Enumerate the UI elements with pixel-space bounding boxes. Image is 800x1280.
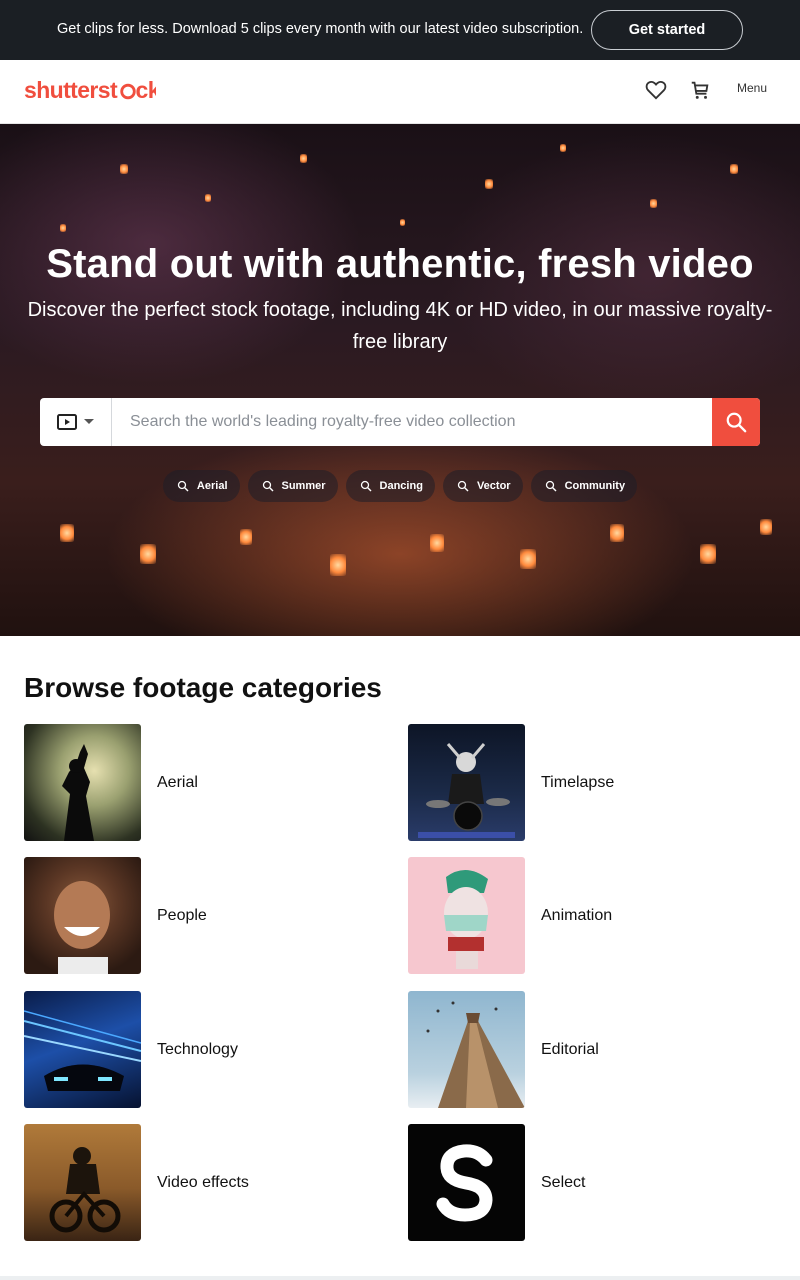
category-thumbnail	[24, 1124, 141, 1241]
category-video-effects[interactable]: Video effects	[24, 1124, 384, 1241]
search-bar	[40, 398, 760, 446]
chip-dancing[interactable]: Dancing	[345, 470, 435, 502]
hero-title: Stand out with authentic, fresh video	[46, 242, 754, 286]
search-icon	[457, 480, 469, 492]
heart-icon[interactable]	[642, 76, 670, 104]
category-label: Animation	[541, 906, 613, 924]
lantern-decoration	[205, 194, 211, 202]
svg-text:shutterst: shutterst	[24, 77, 118, 103]
search-icon	[262, 480, 273, 492]
lantern-decoration	[300, 154, 307, 163]
lantern-decoration	[700, 544, 716, 564]
get-started-button[interactable]: Get started	[591, 10, 743, 50]
drummer-image	[418, 743, 515, 838]
category-thumbnail	[408, 991, 525, 1108]
promo-banner: Get clips for less. Download 5 clips eve…	[0, 0, 800, 60]
category-label: Technology	[157, 1040, 238, 1058]
category-timelapse[interactable]: Timelapse	[408, 724, 768, 841]
search-icon	[545, 480, 557, 492]
select-logo-image	[436, 1144, 493, 1222]
chip-label: Community	[564, 480, 626, 492]
category-label: Timelapse	[541, 773, 615, 791]
category-thumbnail	[24, 857, 141, 974]
chip-label: Dancing	[379, 480, 423, 492]
chip-label: Aerial	[196, 480, 228, 492]
category-thumbnail	[408, 1124, 525, 1241]
chip-summer[interactable]: Summer	[247, 470, 338, 502]
search-input[interactable]	[112, 398, 712, 446]
lantern-decoration	[60, 524, 74, 542]
lantern-decoration	[60, 224, 66, 232]
lantern-decoration	[760, 519, 772, 535]
lantern-decoration	[430, 534, 444, 552]
shutterstock-logo[interactable]: shutterst ck	[24, 75, 156, 105]
lantern-decoration	[610, 524, 624, 542]
cart-icon[interactable]	[686, 76, 714, 104]
chip-label: Summer	[281, 480, 326, 492]
lantern-decoration	[560, 144, 566, 152]
categories-title: Browse footage categories	[24, 672, 382, 703]
category-label: Aerial	[157, 773, 198, 791]
category-label: Video effects	[157, 1173, 249, 1191]
lantern-decoration	[730, 164, 738, 174]
search-button[interactable]	[712, 398, 760, 446]
category-thumbnail	[408, 724, 525, 841]
category-animation[interactable]: Animation	[408, 857, 768, 974]
lantern-decoration	[400, 219, 405, 226]
lantern-decoration	[240, 529, 252, 545]
lantern-decoration	[330, 554, 346, 576]
futuristic-car-image	[24, 1010, 141, 1091]
search-icon	[726, 412, 747, 433]
chip-vector[interactable]: Vector	[442, 470, 523, 502]
search-icon	[177, 480, 189, 492]
category-select[interactable]: Select	[408, 1124, 768, 1241]
lantern-decoration	[650, 199, 657, 208]
section-divider	[0, 1276, 800, 1280]
search-icon	[360, 480, 372, 492]
category-technology[interactable]: Technology	[24, 991, 384, 1108]
performer-silhouette-image	[62, 744, 94, 841]
video-icon	[56, 414, 77, 430]
chevron-down-icon	[83, 419, 94, 424]
category-thumbnail	[408, 857, 525, 974]
hero-section: Stand out with authentic, fresh video Di…	[0, 124, 800, 636]
tower-image	[426, 1001, 525, 1108]
category-label: Select	[541, 1173, 586, 1191]
category-aerial[interactable]: Aerial	[24, 724, 384, 841]
category-thumbnail	[24, 991, 141, 1108]
category-editorial[interactable]: Editorial	[408, 991, 768, 1108]
lantern-decoration	[120, 164, 128, 174]
chip-label: Vector	[476, 480, 511, 492]
statue-bust-image	[444, 869, 488, 969]
hero-subtitle: Discover the perfect stock footage, incl…	[27, 299, 773, 353]
menu-button[interactable]: Menu	[737, 81, 767, 95]
chip-aerial[interactable]: Aerial	[162, 470, 240, 502]
site-header: shutterst ck Menu	[0, 60, 800, 124]
lantern-decoration	[485, 179, 493, 189]
promo-text: Get clips for less. Download 5 clips eve…	[57, 21, 584, 37]
category-label: People	[157, 906, 207, 924]
svg-text:ck: ck	[136, 77, 157, 103]
motorbike-rider-image	[49, 1147, 121, 1233]
media-type-dropdown[interactable]	[40, 398, 112, 446]
suggested-searches: Aerial Summer Dancing Vector Community	[0, 470, 800, 502]
smiling-person-image	[54, 881, 110, 974]
category-people[interactable]: People	[24, 857, 384, 974]
chip-community[interactable]: Community	[530, 470, 638, 502]
lantern-decoration	[140, 544, 156, 564]
category-thumbnail	[24, 724, 141, 841]
category-label: Editorial	[541, 1040, 599, 1058]
lantern-decoration	[520, 549, 536, 569]
